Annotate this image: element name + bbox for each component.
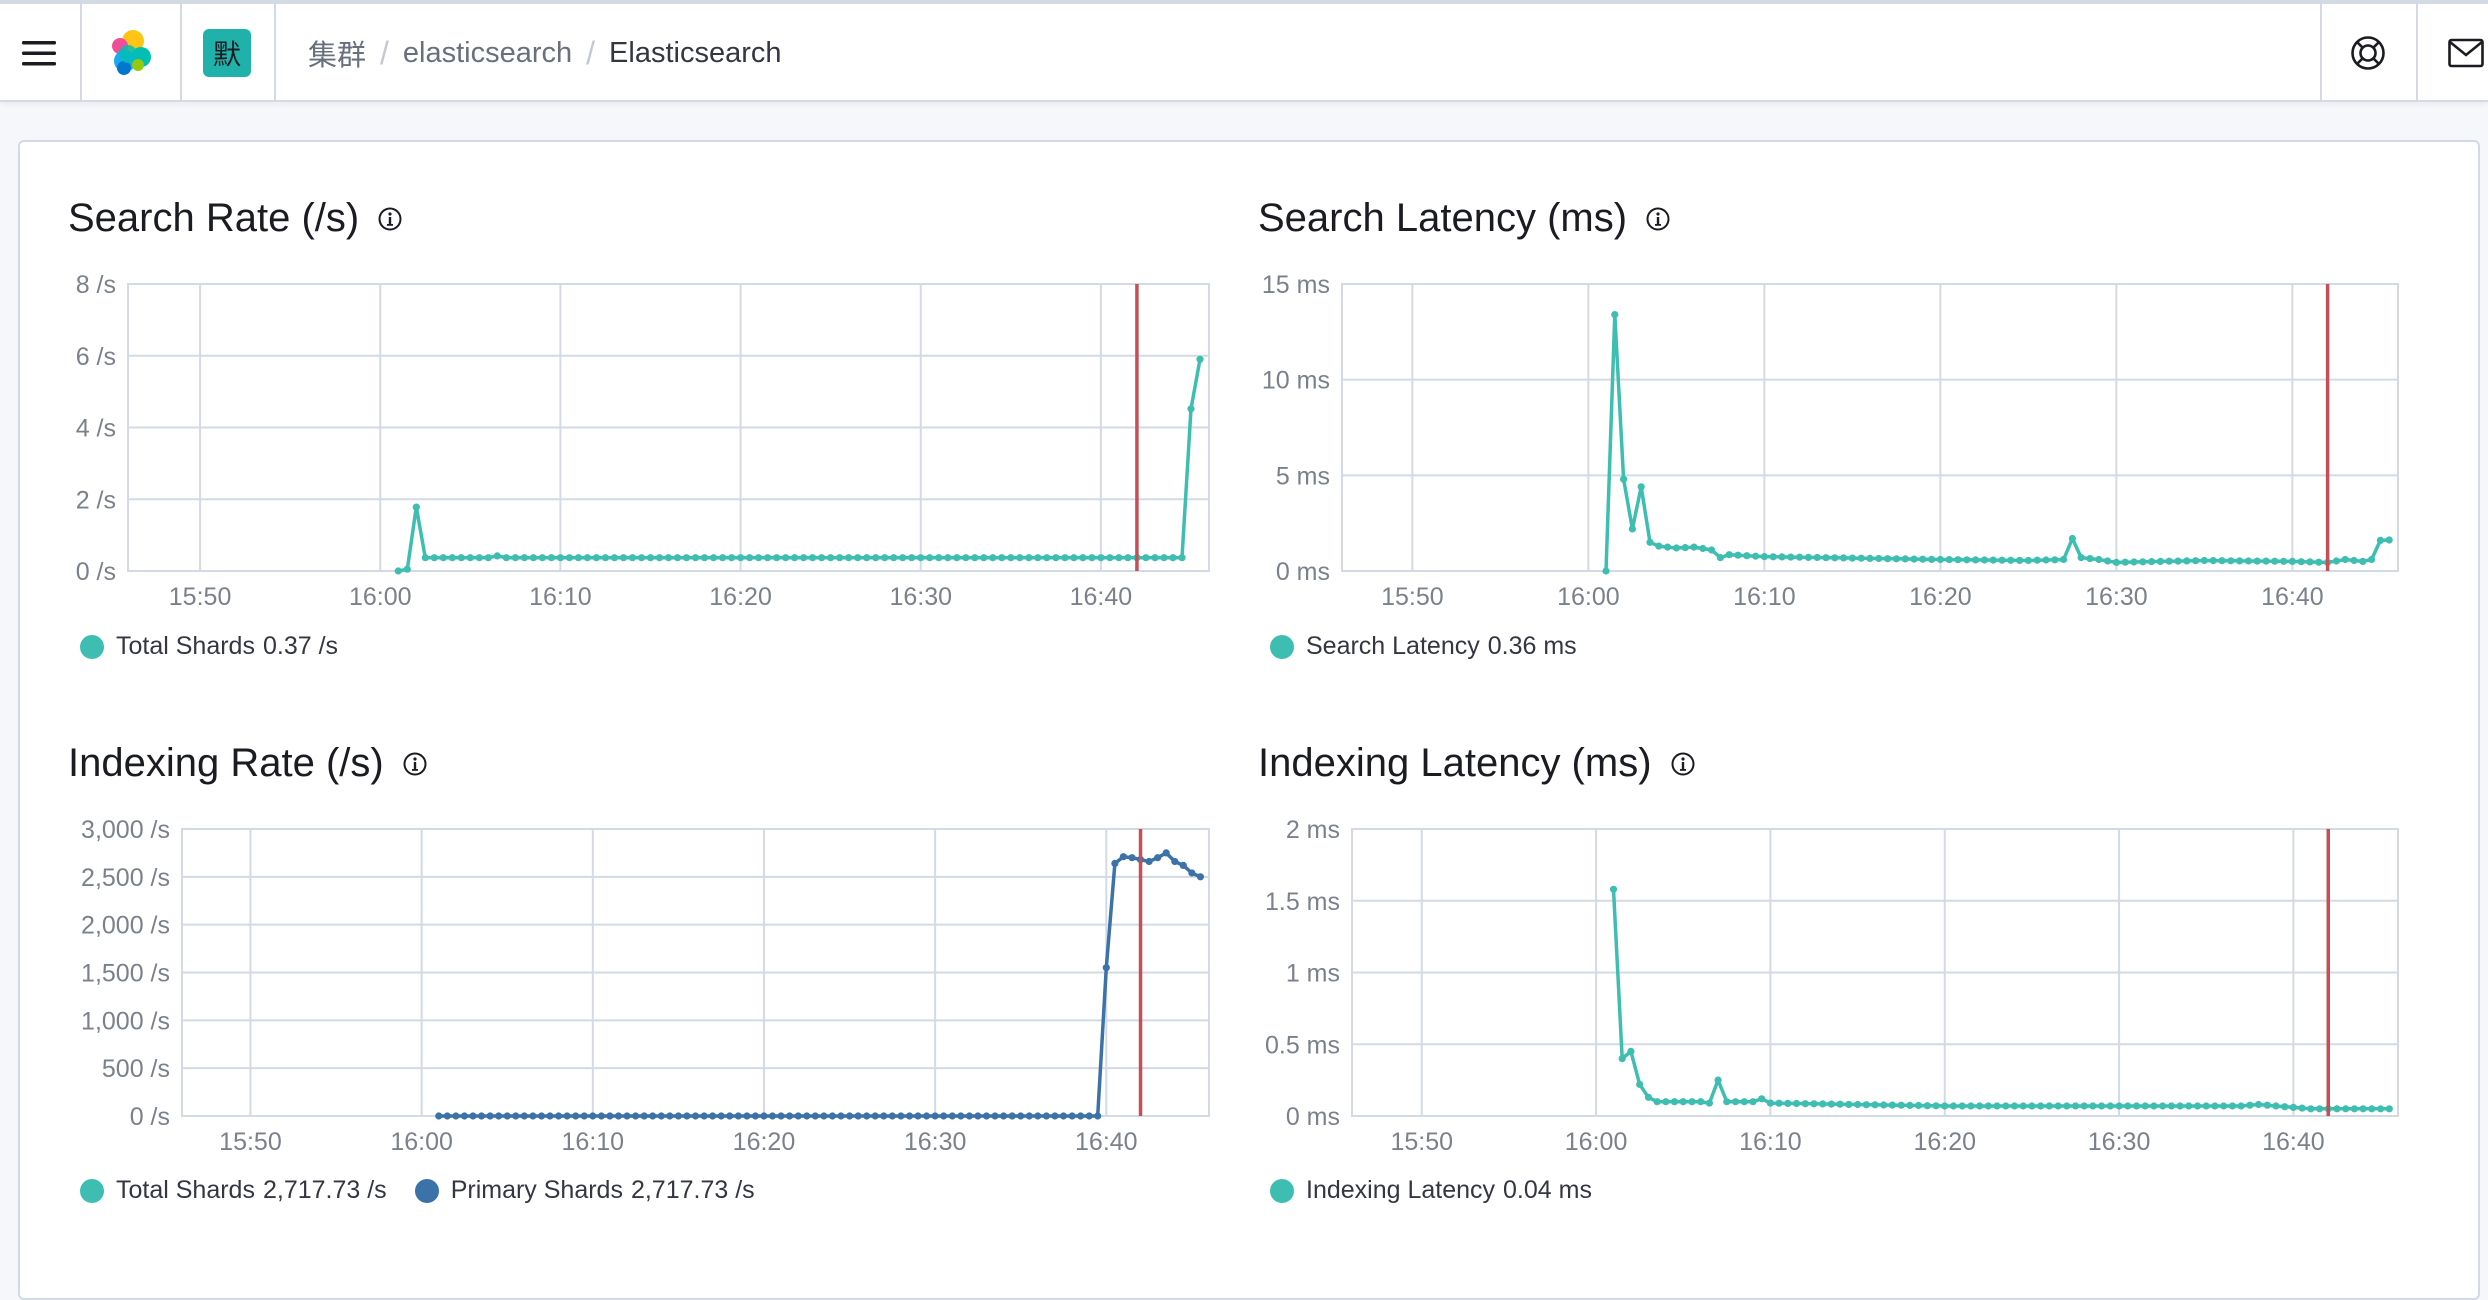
chart-title: Search Latency (ms)	[1258, 196, 1671, 241]
search-rate-legend: Total Shards 0.37 /s	[80, 632, 366, 661]
info-icon[interactable]	[1670, 751, 1696, 777]
space-selector[interactable]: 默	[182, 4, 272, 102]
chart-title-text: Search Latency (ms)	[1258, 196, 1628, 240]
breadcrumb-current: Elasticsearch	[609, 36, 782, 69]
legend-item[interactable]: Search Latency 0.36 ms	[1270, 632, 1577, 661]
breadcrumb-clusters[interactable]: 集群	[308, 32, 366, 74]
legend-value: 2,717.73 /s	[262, 1176, 387, 1204]
home-logo-link[interactable]	[82, 4, 178, 102]
legend-item[interactable]: Primary Shards 2,717.73 /s	[414, 1176, 755, 1205]
overview-panel	[18, 140, 2480, 1300]
chart-title-text: Search Rate (/s)	[68, 196, 360, 240]
elastic-logo-icon	[112, 30, 151, 75]
legend-color-dot	[1270, 634, 1294, 659]
space-avatar: 默	[203, 29, 251, 77]
hamburger-icon	[22, 41, 56, 66]
info-icon[interactable]	[402, 751, 428, 777]
breadcrumb-separator: /	[380, 34, 389, 71]
help-lifebuoy-icon	[2351, 36, 2385, 70]
legend-value: 2,717.73 /s	[630, 1176, 755, 1204]
chart-title-text: Indexing Latency (ms)	[1258, 741, 1652, 785]
breadcrumb: 集群 / elasticsearch / Elasticsearch	[308, 4, 782, 102]
legend-color-dot	[414, 1178, 439, 1203]
legend-label: Indexing Latency	[1306, 1176, 1496, 1204]
legend-color-dot	[80, 634, 104, 659]
legend-color-dot	[1270, 1178, 1294, 1203]
chart-title-text: Indexing Rate (/s)	[68, 741, 384, 785]
legend-label: Total Shards	[116, 632, 255, 660]
legend-item[interactable]: Indexing Latency 0.04 ms	[1270, 1176, 1592, 1205]
menu-button[interactable]	[0, 4, 78, 102]
indexing-latency-legend: Indexing Latency 0.04 ms	[1270, 1176, 1620, 1205]
indexing-rate-legend: Total Shards 2,717.73 /s Primary Shards 2,7…	[80, 1176, 783, 1205]
legend-label: Total Shards	[116, 1176, 255, 1204]
legend-value: 0.36 ms	[1487, 632, 1577, 660]
breadcrumb-separator: /	[586, 34, 596, 71]
chart-title: Indexing Rate (/s)	[68, 741, 428, 786]
legend-value: 0.04 ms	[1503, 1176, 1592, 1204]
legend-label: Primary Shards	[450, 1176, 623, 1204]
chart-title: Indexing Latency (ms)	[1258, 741, 1696, 786]
newsfeed-button[interactable]	[2418, 4, 2488, 102]
info-icon[interactable]	[377, 206, 403, 232]
breadcrumb-cluster-name[interactable]: elasticsearch	[403, 37, 572, 70]
legend-color-dot	[80, 1178, 104, 1203]
legend-item[interactable]: Total Shards 0.37 /s	[80, 632, 338, 661]
legend-label: Search Latency	[1306, 632, 1480, 660]
top-nav-bar: 默 集群 / elasticsearch / Elasticsearch	[0, 0, 2488, 102]
info-icon[interactable]	[1645, 206, 1671, 232]
chart-title: Search Rate (/s)	[68, 196, 403, 241]
mail-icon	[2448, 38, 2484, 68]
help-button[interactable]	[2322, 4, 2414, 102]
divider	[274, 4, 276, 102]
search-latency-legend: Search Latency 0.36 ms	[1270, 632, 1605, 661]
legend-item[interactable]: Total Shards 2,717.73 /s	[80, 1176, 387, 1205]
legend-value: 0.37 /s	[262, 632, 339, 660]
